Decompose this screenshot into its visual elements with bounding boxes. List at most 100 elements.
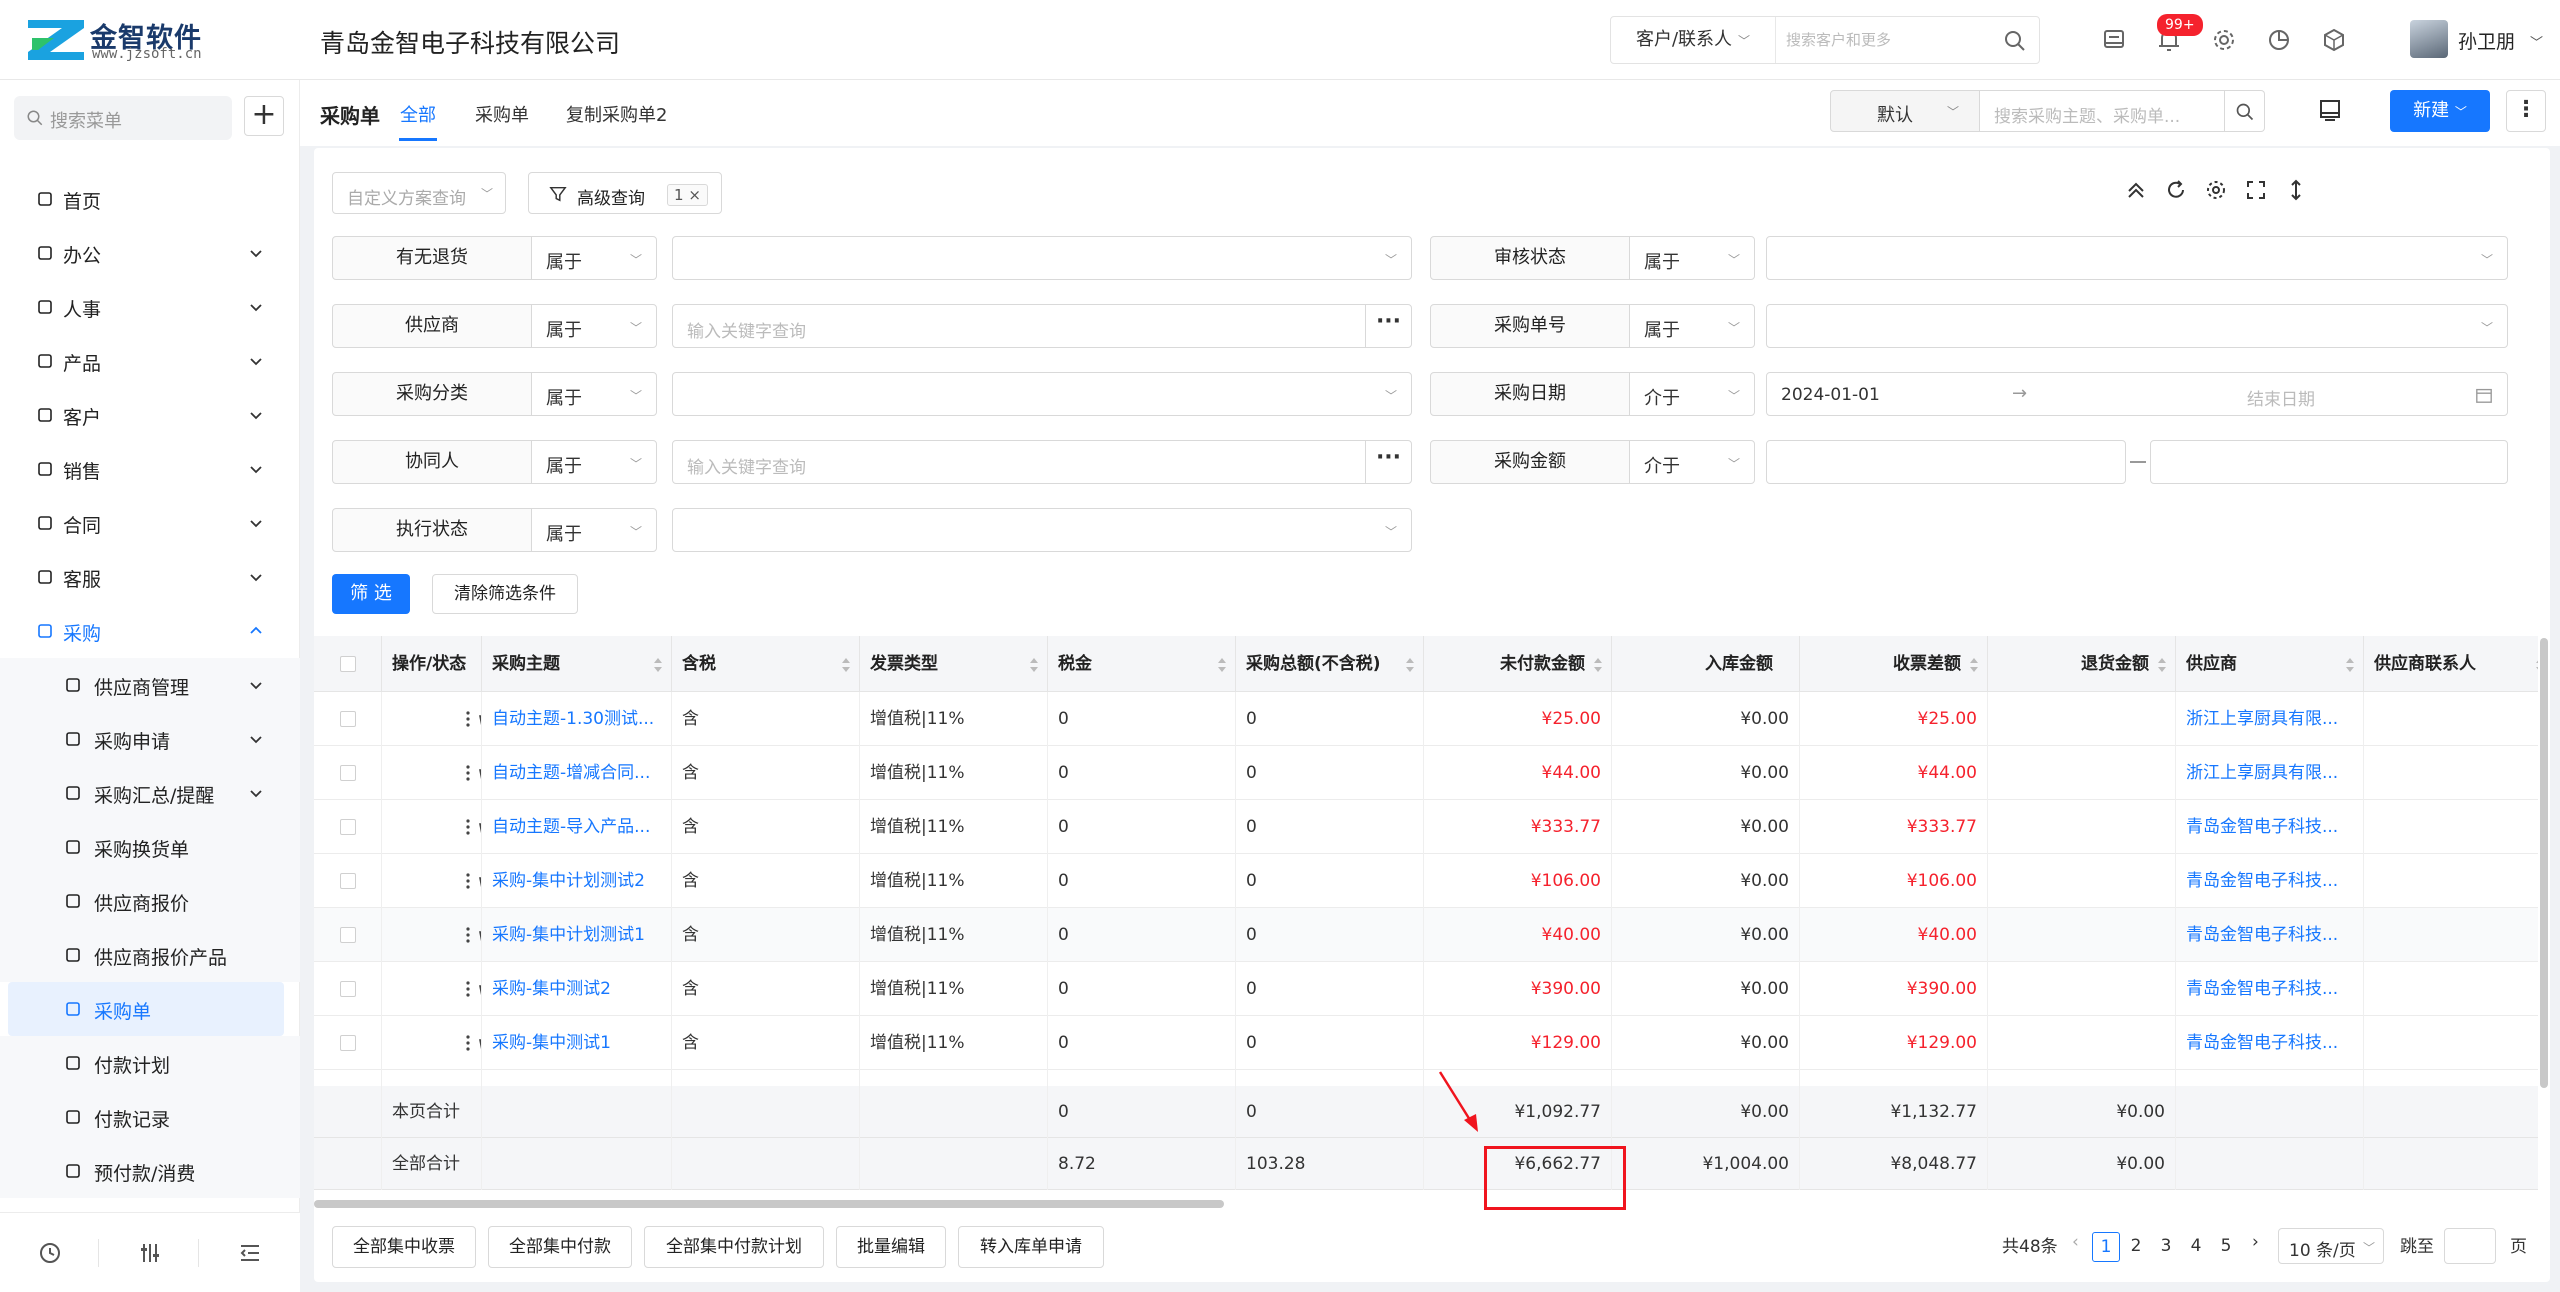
column-header[interactable]: 发票类型 [860, 636, 1048, 692]
more-vertical-icon[interactable] [464, 979, 472, 999]
filter-operator-select[interactable]: 介于 ﹀ [1629, 440, 1755, 484]
filter-value-select[interactable]: ﹀ [1766, 236, 2508, 280]
search-type-select[interactable]: 客户/联系人 ﹀ [1611, 17, 1776, 63]
table-row[interactable]: 采购-集中计划测试1 含增值税|11% 0 0 ¥40.00 ¥0.00 ¥40.00 青岛金… [314, 908, 2538, 962]
column-header[interactable]: 未付款金额 [1424, 636, 1612, 692]
pay-plan-all-button[interactable]: 全部集中付款计划 [644, 1226, 824, 1268]
collapse-menu-icon[interactable] [238, 1241, 262, 1265]
pay-all-button[interactable]: 全部集中付款 [488, 1226, 632, 1268]
more-vertical-icon[interactable] [464, 1033, 472, 1053]
filter-operator-select[interactable]: 属于 ﹀ [531, 440, 657, 484]
order-search-input[interactable]: 搜索采购主题、采购单... [1980, 90, 2225, 132]
cell-supplier[interactable]: 浙江上享厨具有限... [2176, 692, 2364, 746]
column-header[interactable]: 采购主题 [482, 636, 672, 692]
page-3[interactable]: 3 [2152, 1232, 2180, 1262]
new-button[interactable]: 新建 ﹀ [2390, 90, 2490, 132]
sidebar-item-2[interactable]: 办公 [0, 226, 300, 280]
table-row[interactable]: 自动主题-增减合同... 含增值税|11% 0 0 ¥44.00 ¥0.00 ¥44.00 浙… [314, 746, 2538, 800]
row-checkbox[interactable] [340, 765, 356, 781]
message-icon[interactable] [2100, 26, 2128, 54]
filter-value-select[interactable]: ﹀ [672, 372, 1412, 416]
page-4[interactable]: 4 [2182, 1232, 2210, 1262]
column-header[interactable]: 含税 [672, 636, 860, 692]
cell-supplier[interactable]: 浙江上享厨具有限... [2176, 746, 2364, 800]
order-search-button[interactable] [2225, 90, 2265, 132]
cube-icon[interactable] [2320, 26, 2348, 54]
cell-subject[interactable]: 采购-集中计划测试2 [482, 854, 672, 908]
more-vertical-icon[interactable] [464, 763, 472, 783]
tab-all[interactable]: 全部 [400, 101, 436, 127]
filter-operator-select[interactable]: 属于 ﹀ [1629, 236, 1755, 280]
next-page-icon[interactable]: › [2252, 1232, 2259, 1252]
sidebar-subitem-7[interactable]: 采购单 [8, 982, 284, 1036]
history-icon[interactable] [38, 1241, 62, 1265]
tab-copy-purchase-order[interactable]: 复制采购单2 [566, 101, 667, 127]
avatar[interactable] [2410, 20, 2448, 58]
sidebar-subitem-6[interactable]: 供应商报价产品 [0, 928, 300, 982]
column-header[interactable]: 退货金额 [1988, 636, 2176, 692]
fullscreen-icon[interactable] [2244, 178, 2268, 202]
collect-all-invoices-button[interactable]: 全部集中收票 [332, 1226, 476, 1268]
cell-supplier[interactable]: 青岛金智电子科技... [2176, 800, 2364, 854]
sort-icon[interactable] [2157, 657, 2167, 673]
sidebar-subitem-2[interactable]: 采购申请 [0, 712, 300, 766]
column-header[interactable]: 供应商联系人 [2364, 636, 2538, 692]
sort-icon[interactable] [653, 657, 663, 673]
amount-max-input[interactable] [2150, 440, 2508, 484]
sliders-icon[interactable] [138, 1241, 162, 1265]
sidebar-subitem-3[interactable]: 采购汇总/提醒 [0, 766, 300, 820]
sort-icon[interactable] [1969, 657, 1979, 673]
pie-chart-icon[interactable] [2265, 26, 2293, 54]
more-options-button[interactable]: ··· [1365, 441, 1411, 483]
cell-supplier[interactable]: 青岛金智电子科技... [2176, 962, 2364, 1016]
row-checkbox[interactable] [340, 873, 356, 889]
sidebar-item-1[interactable]: 首页 [0, 172, 300, 226]
sidebar-subitem-5[interactable]: 供应商报价 [0, 874, 300, 928]
row-checkbox[interactable] [340, 981, 356, 997]
more-vertical-icon[interactable] [464, 925, 472, 945]
prev-page-icon[interactable]: ‹ [2072, 1232, 2079, 1252]
more-options-button[interactable]: ··· [1365, 305, 1411, 347]
sort-icon[interactable] [2535, 657, 2538, 673]
start-date[interactable]: 2024-01-01 [1781, 385, 1880, 405]
column-header[interactable]: 采购总额(不含税) [1236, 636, 1424, 692]
table-row[interactable]: 自动主题-导入产品... 含增值税|11% 0 0 ¥333.77 ¥0.00 ¥333.7… [314, 800, 2538, 854]
amount-min-input[interactable] [1766, 440, 2126, 484]
filter-operator-select[interactable]: 介于 ﹀ [1629, 372, 1755, 416]
end-date[interactable]: 结束日期 [2247, 385, 2315, 410]
cell-subject[interactable]: 采购-集中测试1 [482, 1016, 672, 1070]
sidebar-subitem-1[interactable]: 供应商管理 [0, 658, 300, 712]
menu-search-input[interactable]: 搜索菜单 [14, 96, 232, 140]
sidebar-item-8[interactable]: 客服 [0, 550, 300, 604]
cell-supplier[interactable]: 青岛金智电子科技... [2176, 854, 2364, 908]
cell-subject[interactable]: 采购-集中测试2 [482, 962, 672, 1016]
sidebar-subitem-9[interactable]: 付款记录 [0, 1090, 300, 1144]
settings-icon[interactable] [2204, 178, 2228, 202]
date-range-picker[interactable]: 2024-01-01 → 结束日期 [1766, 372, 2508, 416]
row-checkbox[interactable] [340, 711, 356, 727]
filter-operator-select[interactable]: 属于 ﹀ [531, 236, 657, 280]
collapse-up-icon[interactable] [2124, 178, 2148, 202]
tab-purchase-order[interactable]: 采购单 [475, 101, 529, 127]
filter-operator-select[interactable]: 属于 ﹀ [531, 508, 657, 552]
chevron-down-icon[interactable]: ﹀ [2530, 32, 2543, 51]
clear-filter-button[interactable]: 清除筛选条件 [432, 574, 578, 614]
filter-button[interactable]: 筛 选 [332, 574, 410, 614]
vertical-scrollbar[interactable] [2540, 638, 2548, 1088]
batch-edit-button[interactable]: 批量编辑 [836, 1226, 946, 1268]
user-name[interactable]: 孙卫朋 [2458, 27, 2515, 54]
collaborator-input[interactable]: 输入关键字查询 ··· [672, 440, 1412, 484]
column-header[interactable]: 供应商 [2176, 636, 2364, 692]
refresh-icon[interactable] [2164, 178, 2188, 202]
cell-subject[interactable]: 采购-集中计划测试1 [482, 908, 672, 962]
filter-operator-select[interactable]: 属于 ﹀ [531, 304, 657, 348]
select-all-checkbox[interactable] [340, 656, 356, 672]
row-checkbox[interactable] [340, 819, 356, 835]
sidebar-subitem-4[interactable]: 采购换货单 [0, 820, 300, 874]
view-select[interactable]: 默认 ﹀ [1830, 90, 1980, 132]
to-stock-request-button[interactable]: 转入库单申请 [958, 1226, 1104, 1268]
sort-icon[interactable] [1405, 657, 1415, 673]
more-vertical-icon[interactable] [464, 817, 472, 837]
cell-subject[interactable]: 自动主题-1.30测试... [482, 692, 672, 746]
add-menu-button[interactable]: + [244, 96, 284, 136]
